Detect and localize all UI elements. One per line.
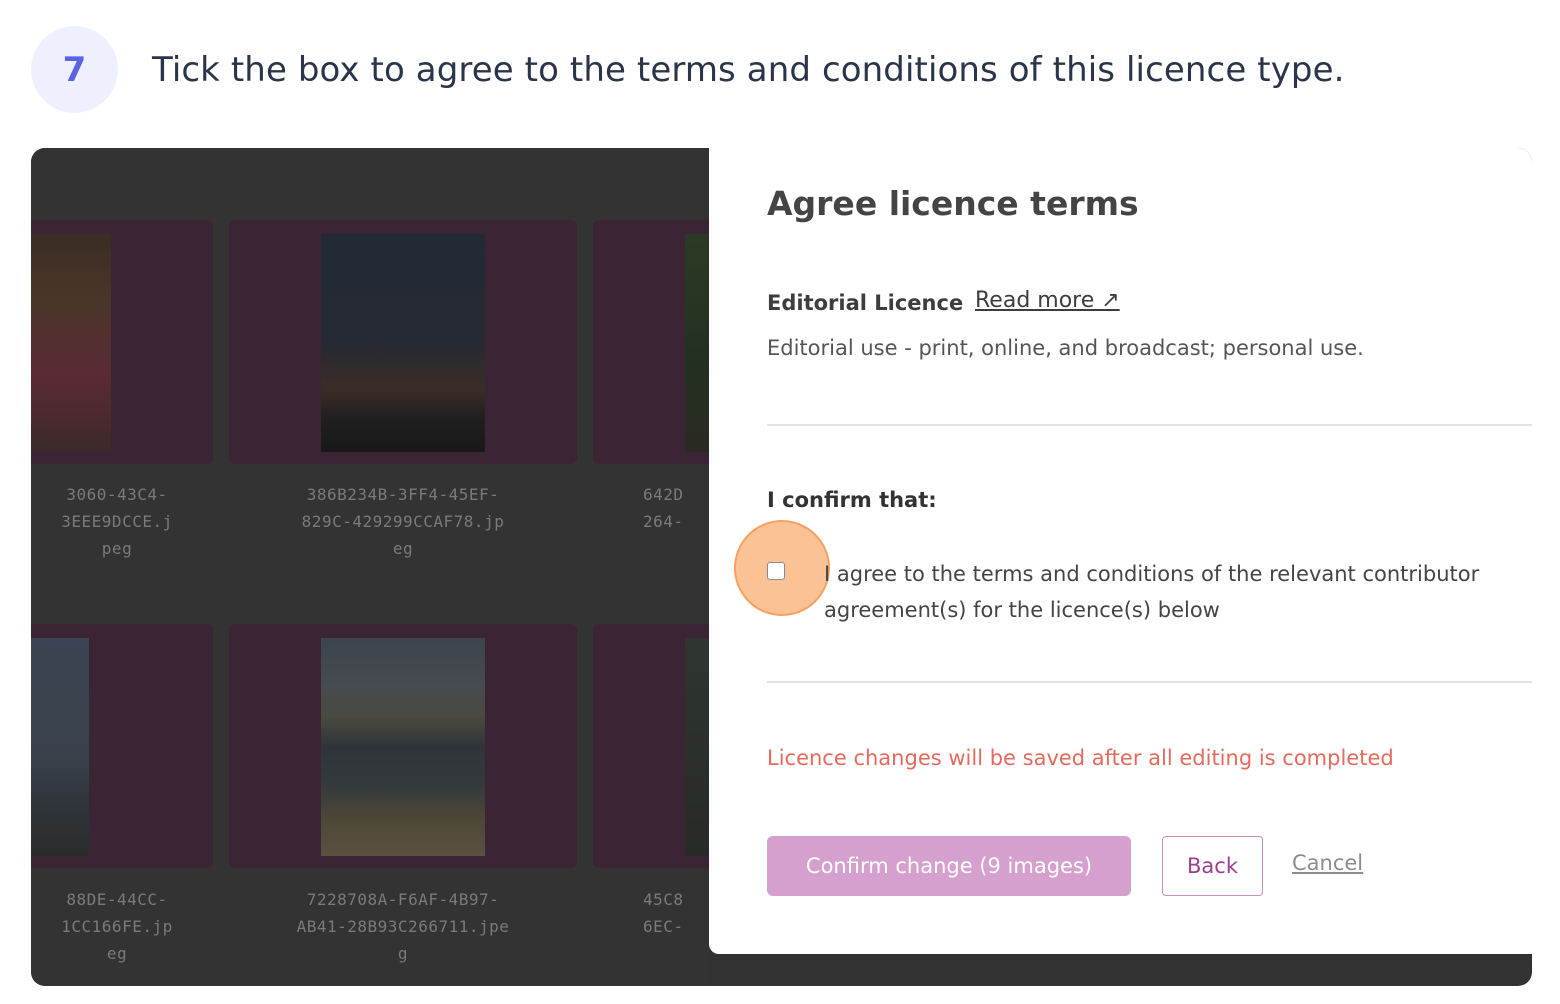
confirm-change-button[interactable]: Confirm change (9 images) bbox=[767, 836, 1131, 896]
image-filename: 88DE-44CC- 1CC166FE.jp eg bbox=[61, 890, 173, 963]
agree-terms-label[interactable]: I agree to the terms and conditions of t… bbox=[824, 556, 1532, 628]
image-card[interactable] bbox=[31, 220, 213, 464]
read-more-link[interactable]: Read more ↗ bbox=[975, 288, 1120, 313]
image-card[interactable] bbox=[593, 220, 723, 464]
image-card[interactable] bbox=[229, 220, 577, 464]
image-filename: 3060-43C4- 3EEE9DCCE.j peg bbox=[61, 485, 173, 558]
agree-checkbox[interactable] bbox=[767, 562, 785, 580]
image-card[interactable] bbox=[229, 624, 577, 868]
image-filename: 7228708A-F6AF-4B97- AB41-28B93C266711.jp… bbox=[296, 890, 510, 963]
confirm-heading: I confirm that: bbox=[767, 488, 937, 512]
screenshot-frame: 3060-43C4- 3EEE9DCCE.j peg 386B234B-3FF4… bbox=[31, 148, 1532, 986]
divider bbox=[767, 424, 1532, 426]
image-grid: 3060-43C4- 3EEE9DCCE.j peg 386B234B-3FF4… bbox=[31, 148, 723, 986]
image-filename: 45C8 6EC- bbox=[643, 890, 684, 936]
step-instruction: Tick the box to agree to the terms and c… bbox=[152, 50, 1345, 90]
step-number-badge: 7 bbox=[31, 26, 118, 113]
image-filename: 642D 264- bbox=[643, 485, 684, 531]
agree-licence-panel: Agree licence terms Editorial Licence Re… bbox=[709, 148, 1532, 954]
image-card[interactable] bbox=[31, 624, 213, 868]
image-thumbnail bbox=[31, 234, 111, 452]
panel-title: Agree licence terms bbox=[767, 184, 1139, 223]
licence-description: Editorial use - print, online, and broad… bbox=[767, 336, 1364, 360]
image-thumbnail bbox=[321, 638, 485, 856]
image-thumbnail bbox=[31, 638, 89, 856]
cancel-link[interactable]: Cancel bbox=[1292, 851, 1363, 875]
divider bbox=[767, 681, 1532, 683]
image-card[interactable] bbox=[593, 624, 723, 868]
image-thumbnail bbox=[321, 234, 485, 452]
image-filename: 386B234B-3FF4-45EF- 829C-429299CCAF78.jp… bbox=[301, 485, 505, 558]
licence-name: Editorial Licence bbox=[767, 291, 964, 315]
save-warning: Licence changes will be saved after all … bbox=[767, 746, 1394, 770]
back-button[interactable]: Back bbox=[1162, 836, 1263, 896]
